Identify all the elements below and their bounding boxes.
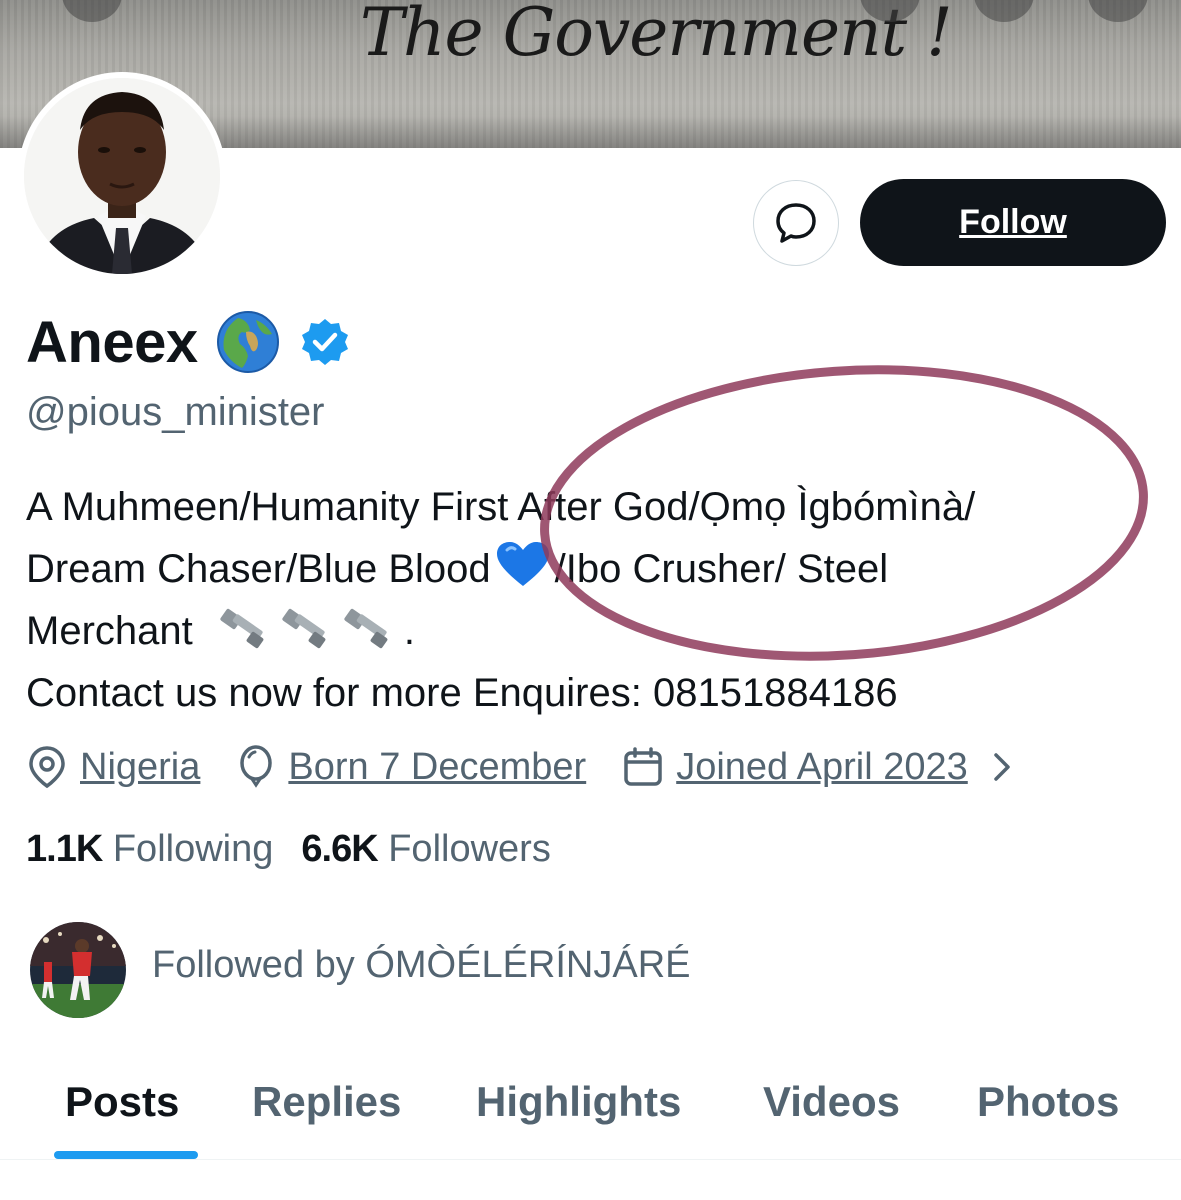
profile-tabs: Posts Replies Highlights Videos Photos — [0, 1060, 1181, 1160]
birthday-text: Born 7 December — [288, 745, 587, 788]
profile-meta-row: Nigeria Born 7 December Joined April 202… — [26, 740, 1016, 794]
balloon-icon — [240, 745, 273, 788]
following-count: 1.1K — [26, 827, 103, 870]
follow-button[interactable]: Follow — [860, 179, 1166, 266]
followed-by-text[interactable]: Followed by ÓMÒÉLÉRÍNJÁRÉ — [152, 944, 691, 987]
bio-line-2-text-a: Dream Chaser/Blue Blood — [26, 547, 491, 591]
location-pin-icon — [29, 746, 65, 789]
bio-line-3-text-b: . — [403, 609, 415, 653]
location-item[interactable]: Nigeria — [26, 745, 200, 789]
location-text[interactable]: Nigeria — [80, 746, 200, 789]
bio-line-4: Contact us now for more Enquires: 081518… — [26, 671, 898, 715]
following-stat[interactable]: 1.1K Following — [26, 828, 273, 871]
tab-posts[interactable]: Posts — [65, 1078, 179, 1126]
tab-photos[interactable]: Photos — [977, 1078, 1119, 1126]
follow-stats: 1.1K Following 6.6K Followers — [26, 826, 579, 872]
followed-by-avatar[interactable] — [30, 922, 126, 1018]
active-tab-indicator — [54, 1151, 198, 1159]
tab-videos[interactable]: Videos — [763, 1078, 900, 1126]
message-bubble-icon — [776, 203, 816, 243]
display-name: Aneex — [26, 309, 198, 375]
bio-line-3: Merchant . — [26, 600, 1156, 662]
nut-and-bolt-icon — [220, 608, 264, 649]
profile-bio: A Muhmeen/Humanity First After God/Ọmọ Ì… — [26, 476, 1156, 724]
bio-line-1: A Muhmeen/Humanity First After God/Ọmọ Ì… — [26, 485, 976, 529]
verified-badge-icon[interactable] — [300, 317, 350, 367]
nut-and-bolt-icon — [282, 608, 326, 649]
tab-replies[interactable]: Replies — [252, 1078, 401, 1126]
message-button[interactable] — [753, 180, 839, 266]
calendar-icon — [624, 747, 662, 786]
bio-line-3-text-a: Merchant — [26, 609, 193, 653]
followers-count: 6.6K — [301, 827, 378, 870]
birthday-item: Born 7 December — [236, 745, 586, 789]
nut-and-bolt-icon — [344, 608, 388, 649]
bio-line-2-text-b: /Ibo Crusher/ Steel — [554, 547, 889, 591]
name-row: Aneex — [26, 306, 350, 378]
banner-graffiti-text: The Government ! — [360, 0, 953, 71]
joined-text[interactable]: Joined April 2023 — [676, 746, 968, 789]
chevron-right-icon[interactable] — [986, 747, 1016, 787]
following-label: Following — [112, 827, 274, 870]
profile-page: The Government ! Follow Aneex @pious_min… — [0, 0, 1181, 1200]
avatar-photo — [24, 78, 220, 274]
joined-item[interactable]: Joined April 2023 — [622, 746, 968, 789]
globe-icon — [216, 311, 279, 373]
followers-label: Followers — [388, 827, 551, 870]
bio-line-2: Dream Chaser/Blue Blood/Ibo Crusher/ Ste… — [26, 538, 1156, 600]
profile-avatar[interactable] — [18, 72, 226, 280]
tab-highlights[interactable]: Highlights — [476, 1078, 681, 1126]
blue-heart-icon — [496, 542, 549, 586]
user-handle: @pious_minister — [26, 390, 325, 434]
followers-stat[interactable]: 6.6K Followers — [301, 828, 550, 871]
